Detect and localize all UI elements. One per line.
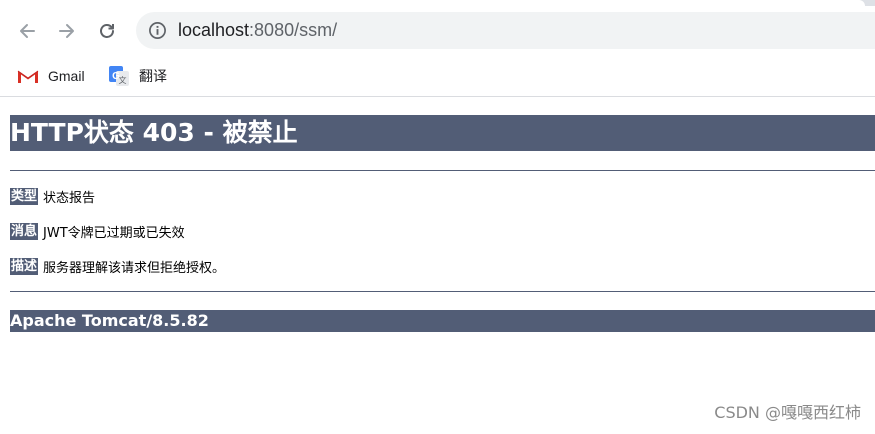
- message-value: JWT令牌已过期或已失效: [43, 225, 185, 241]
- description-row: 描述 服务器理解该请求但拒绝授权。: [10, 257, 226, 276]
- bookmark-gmail[interactable]: Gmail: [17, 65, 85, 87]
- forward-button[interactable]: [55, 19, 79, 43]
- svg-text:文: 文: [119, 75, 127, 85]
- reload-icon: [100, 24, 114, 38]
- info-icon[interactable]: [148, 21, 167, 40]
- bookmark-label: Gmail: [48, 68, 85, 84]
- watermark: CSDN @嘎嘎西红柿: [714, 403, 861, 422]
- arrow-left-icon: [20, 24, 35, 38]
- server-footer: Apache Tomcat/8.5.82: [10, 310, 875, 332]
- gmail-icon: [17, 65, 39, 87]
- bookmark-translate[interactable]: G文 翻译: [108, 65, 167, 87]
- description-label: 描述: [10, 257, 39, 275]
- bookmark-label: 翻译: [139, 68, 167, 84]
- type-label: 类型: [10, 187, 39, 205]
- address-bar[interactable]: localhost:8080/ssm/: [136, 12, 875, 49]
- arrow-right-icon: [59, 24, 74, 38]
- type-row: 类型 状态报告: [10, 187, 96, 206]
- bookmarks-bar: Gmail G文 翻译: [0, 56, 875, 97]
- reload-button[interactable]: [95, 19, 119, 43]
- page-title: HTTP状态 403 - 被禁止: [10, 115, 875, 151]
- browser-toolbar: localhost:8080/ssm/: [0, 6, 875, 56]
- url-path: :8080/ssm/: [249, 20, 338, 40]
- back-button[interactable]: [15, 19, 39, 43]
- message-row: 消息 JWT令牌已过期或已失效: [10, 222, 185, 241]
- description-value: 服务器理解该请求但拒绝授权。: [43, 260, 226, 276]
- divider: [10, 170, 875, 171]
- type-value: 状态报告: [43, 190, 96, 206]
- page-content: HTTP状态 403 - 被禁止 类型 状态报告 消息 JWT令牌已过期或已失效…: [0, 97, 875, 434]
- message-label: 消息: [10, 222, 39, 240]
- url-host: localhost: [178, 20, 250, 40]
- translate-icon: G文: [108, 65, 130, 87]
- divider: [10, 291, 875, 292]
- url-text[interactable]: localhost:8080/ssm/: [178, 20, 337, 41]
